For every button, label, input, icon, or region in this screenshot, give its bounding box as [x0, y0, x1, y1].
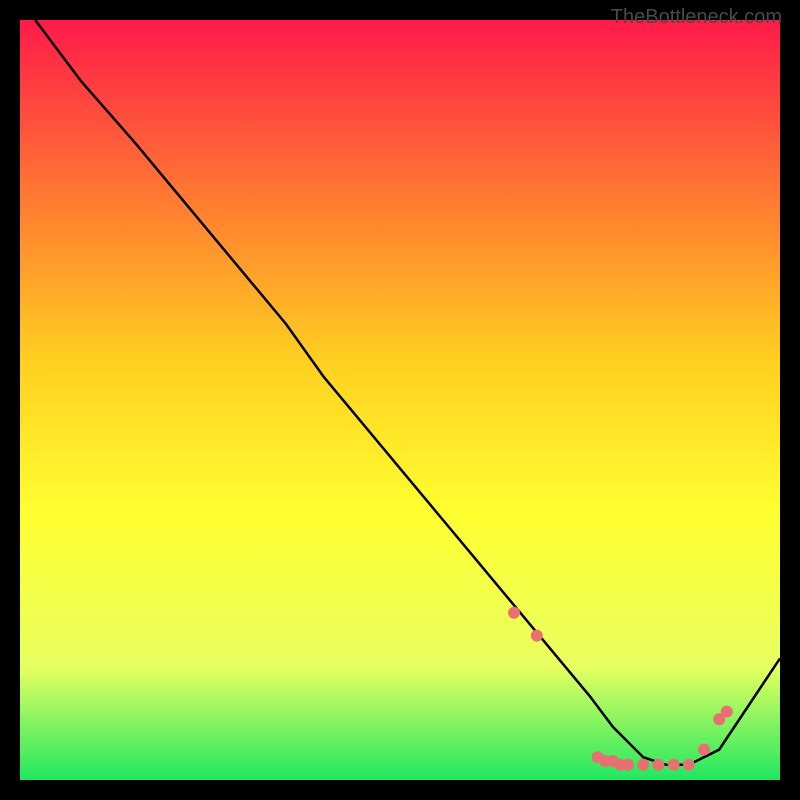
bottleneck-curve [35, 20, 780, 765]
marker-point [531, 630, 543, 642]
marker-point [508, 607, 520, 619]
marker-point [652, 759, 664, 771]
chart-svg [20, 20, 780, 780]
plot-area [20, 20, 780, 780]
marker-point [668, 759, 680, 771]
marker-point [637, 759, 649, 771]
highlight-markers [508, 607, 733, 771]
marker-point [698, 744, 710, 756]
marker-point [721, 706, 733, 718]
marker-point [683, 759, 695, 771]
marker-point [622, 759, 634, 771]
watermark-text: TheBottleneck.com [611, 6, 782, 29]
